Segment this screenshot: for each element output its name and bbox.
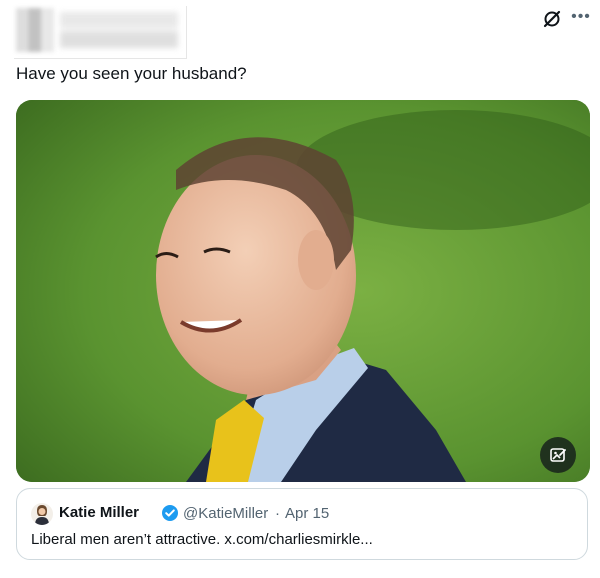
tweet-text: Have you seen your husband? [16, 64, 247, 83]
verified-badge-icon [161, 504, 179, 522]
tweet-photo[interactable] [16, 100, 590, 482]
grok-icon[interactable] [541, 8, 563, 30]
quoted-tweet-text: Liberal men aren’t attractive. x.com/cha… [31, 531, 373, 548]
quoted-author-handle[interactable]: @KatieMiller [183, 505, 268, 522]
separator-dot: · [275, 505, 280, 522]
edit-image-button[interactable] [540, 437, 576, 473]
more-icon[interactable]: ••• [570, 6, 592, 28]
redacted-author-name[interactable] [60, 12, 178, 48]
quoted-tweet[interactable]: Katie Miller @KatieMiller · Apr 15 Liber… [16, 488, 588, 560]
redacted-avatar[interactable] [16, 8, 54, 52]
quoted-author-name[interactable]: Katie Miller [59, 504, 139, 521]
quoted-tweet-date[interactable]: Apr 15 [285, 505, 329, 522]
tweet-header: ••• [0, 0, 600, 60]
quoted-author-avatar[interactable] [31, 503, 53, 525]
